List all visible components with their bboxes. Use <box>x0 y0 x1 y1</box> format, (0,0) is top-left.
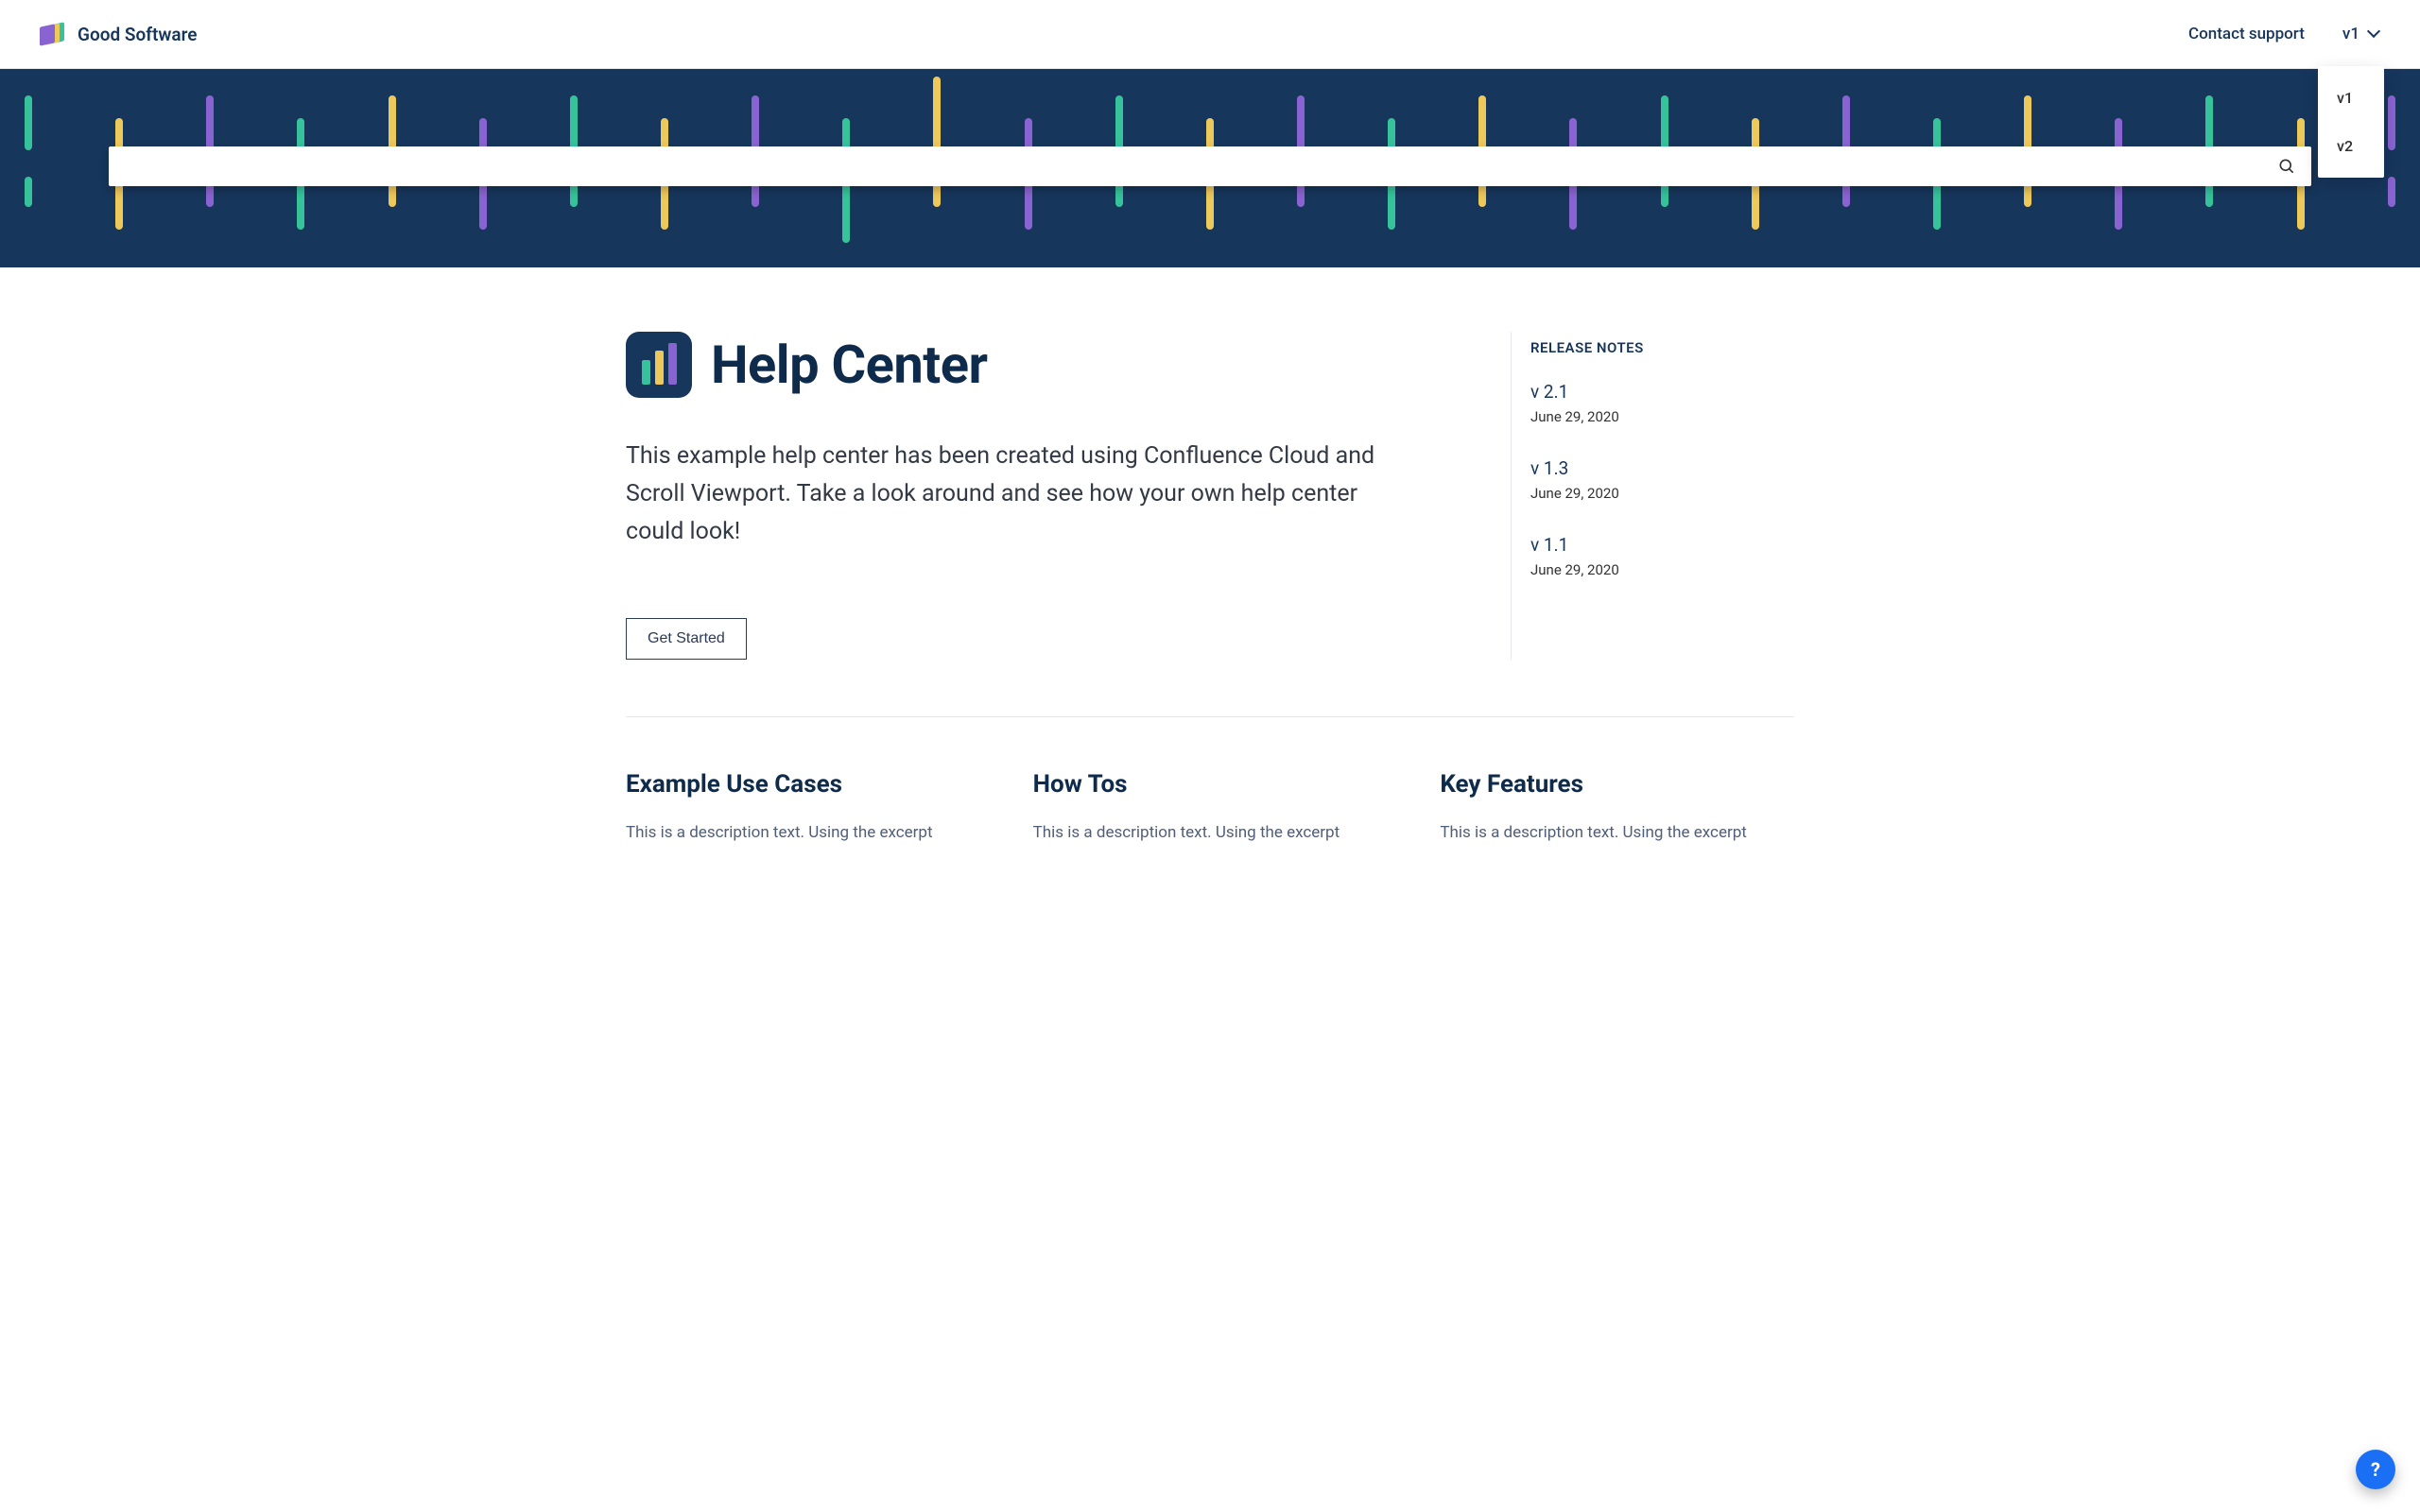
version-dropdown-trigger[interactable]: v1 <box>2342 25 2380 43</box>
page-title: Help Center <box>711 334 988 396</box>
app-icon <box>626 332 692 398</box>
brand-name: Good Software <box>78 24 197 45</box>
card-key-features[interactable]: Key Features This is a description text.… <box>1440 770 1794 846</box>
card-use-cases[interactable]: Example Use Cases This is a description … <box>626 770 980 846</box>
release-date: June 29, 2020 <box>1530 485 1794 502</box>
release-version: v 1.3 <box>1530 457 1794 479</box>
search-input[interactable] <box>126 157 2277 176</box>
card-desc: This is a description text. Using the ex… <box>626 821 980 846</box>
card-desc: This is a description text. Using the ex… <box>1033 821 1388 846</box>
release-note-item[interactable]: v 1.3 June 29, 2020 <box>1530 457 1794 502</box>
release-notes-sidebar: RELEASE NOTES v 2.1 June 29, 2020 v 1.3 … <box>1511 332 1794 660</box>
main-column: Help Center This example help center has… <box>626 332 1463 660</box>
brand[interactable]: Good Software <box>40 21 197 47</box>
release-version: v 1.1 <box>1530 534 1794 556</box>
decorative-bars-bottom <box>0 177 2420 243</box>
chevron-down-icon <box>2369 28 2380 40</box>
release-note-item[interactable]: v 2.1 June 29, 2020 <box>1530 381 1794 425</box>
search-bar[interactable] <box>109 146 2311 186</box>
release-notes-heading: RELEASE NOTES <box>1530 339 1794 356</box>
help-fab-button[interactable]: ? <box>2356 1450 2395 1489</box>
version-option[interactable]: v1 <box>2318 76 2384 120</box>
title-row: Help Center <box>626 332 1463 398</box>
contact-support-link[interactable]: Contact support <box>2188 25 2305 43</box>
version-option[interactable]: v2 <box>2318 124 2384 168</box>
question-mark-icon: ? <box>2371 1458 2380 1481</box>
nav-right: Contact support v1 v1 v2 <box>2188 25 2380 43</box>
version-dropdown-menu: v1 v2 <box>2318 66 2384 178</box>
card-title: Example Use Cases <box>626 770 980 799</box>
release-date: June 29, 2020 <box>1530 408 1794 425</box>
hero-banner <box>0 69 2420 267</box>
version-selected-label: v1 <box>2342 25 2360 43</box>
get-started-button[interactable]: Get Started <box>626 618 747 660</box>
card-desc: This is a description text. Using the ex… <box>1440 821 1794 846</box>
intro-text: This example help center has been create… <box>626 438 1401 551</box>
card-how-tos[interactable]: How Tos This is a description text. Usin… <box>1033 770 1388 846</box>
search-icon[interactable] <box>2277 157 2296 176</box>
brand-logo-icon <box>40 21 66 47</box>
section-divider <box>626 716 1794 717</box>
cards-row: Example Use Cases This is a description … <box>626 770 1794 857</box>
card-title: Key Features <box>1440 770 1794 799</box>
release-date: June 29, 2020 <box>1530 561 1794 578</box>
decorative-bars-top <box>0 95 2420 150</box>
card-title: How Tos <box>1033 770 1388 799</box>
top-nav: Good Software Contact support v1 v1 v2 <box>0 0 2420 69</box>
release-note-item[interactable]: v 1.1 June 29, 2020 <box>1530 534 1794 578</box>
release-version: v 2.1 <box>1530 381 1794 403</box>
